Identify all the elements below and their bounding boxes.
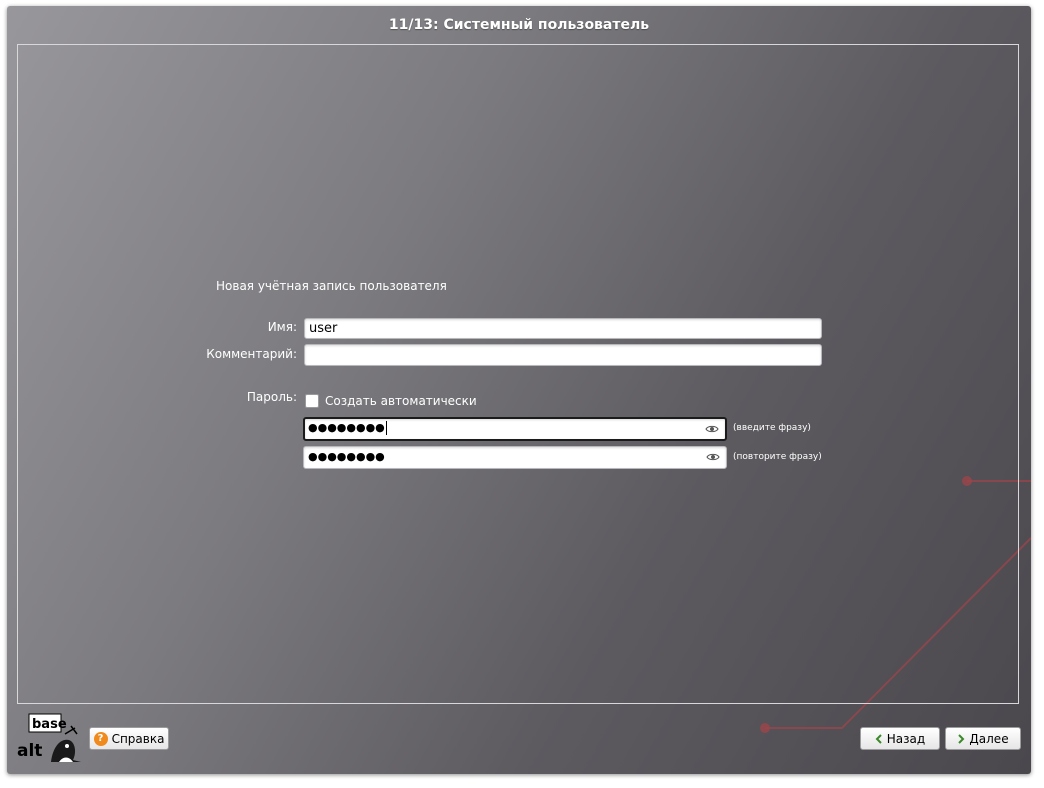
auto-generate-label[interactable]: Создать автоматически	[325, 394, 477, 408]
next-button-label: Далее	[969, 731, 1009, 746]
help-button-label: Справка	[111, 731, 165, 746]
question-circle-icon: ?	[93, 731, 108, 746]
password-dots: ●●●●●●●●	[308, 421, 385, 434]
back-button[interactable]: Назад	[860, 727, 940, 750]
password-hint: (введите фразу)	[733, 423, 811, 433]
password-repeat-input[interactable]: ●●●●●●●●	[303, 446, 727, 469]
auto-generate-checkbox[interactable]	[305, 394, 319, 408]
name-label: Имя:	[267, 320, 297, 334]
eye-icon[interactable]	[705, 422, 719, 436]
comment-input[interactable]	[304, 344, 822, 366]
section-title: Новая учётная запись пользователя	[216, 279, 447, 293]
basealt-logo-graphic: base alt	[17, 713, 81, 762]
back-button-label: Назад	[886, 731, 926, 746]
window-title: 11/13: Системный пользователь	[388, 17, 650, 33]
name-input[interactable]: user	[304, 318, 822, 339]
content-frame	[17, 44, 1019, 704]
eye-icon[interactable]	[706, 450, 720, 464]
text-cursor	[385, 420, 387, 435]
svg-text:alt: alt	[17, 741, 42, 761]
password-label: Пароль:	[246, 390, 297, 404]
chevron-left-icon	[875, 733, 882, 744]
password-repeat-hint: (повторите фразу)	[733, 452, 822, 462]
next-button[interactable]: Далее	[945, 727, 1021, 750]
password-repeat-dots: ●●●●●●●●	[308, 450, 385, 463]
password-input[interactable]: ●●●●●●●●	[303, 417, 727, 441]
basealt-logo: base alt	[15, 712, 85, 766]
svg-text:base: base	[32, 717, 67, 732]
comment-label: Комментарий:	[206, 347, 297, 361]
chevron-right-icon	[958, 733, 965, 744]
help-button[interactable]: ? Справка	[89, 727, 169, 750]
installer-window: 11/13: Системный пользователь Новая учёт…	[7, 6, 1031, 774]
